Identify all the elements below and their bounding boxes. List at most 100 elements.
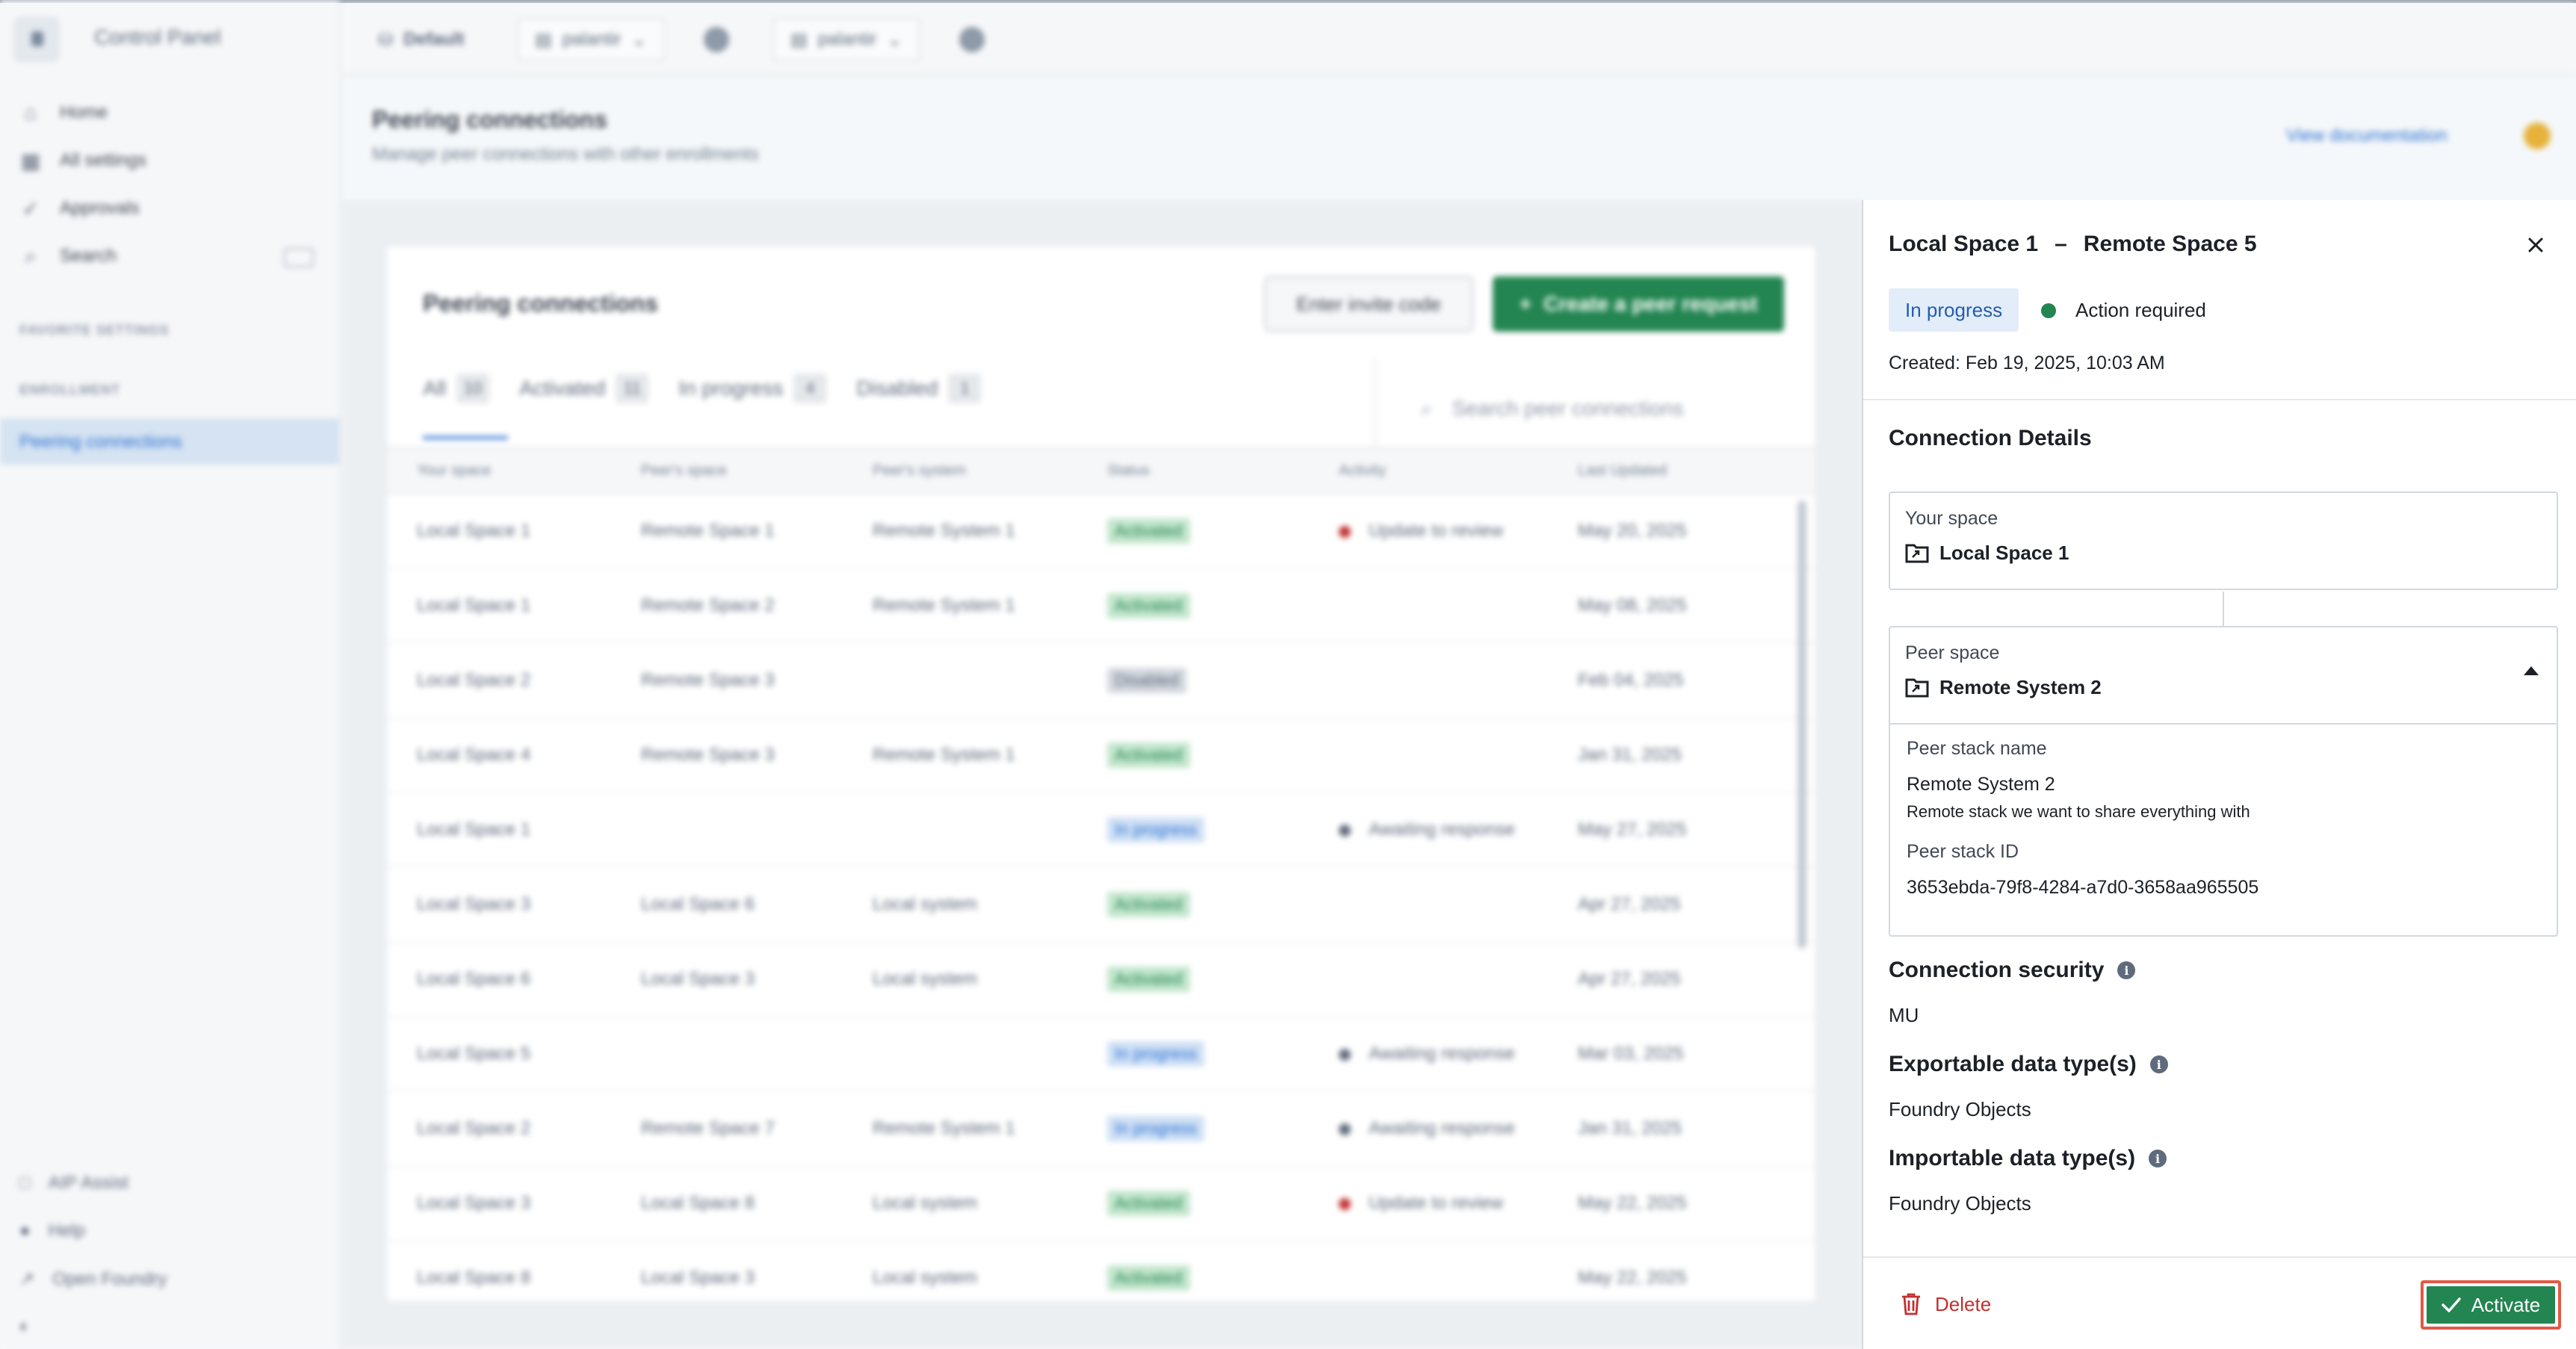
panel-footer: Delete Activate: [1863, 1256, 2576, 1349]
grid-icon: ▦: [20, 149, 41, 173]
building-icon: ▤: [790, 29, 808, 50]
table-row[interactable]: Local Space 3 Local Space 8 Local system Ac…: [387, 1167, 1815, 1241]
search-input[interactable]: ⌕ Search peer connections: [1375, 359, 1815, 459]
search-icon: ⌕: [25, 244, 37, 267]
sidebar-item-home[interactable]: ⌂ Home: [19, 101, 108, 124]
gear-icon[interactable]: [704, 27, 729, 52]
home-icon: ⌂: [24, 101, 37, 124]
sidebar-item-search[interactable]: ⌕ Search: [19, 244, 117, 267]
status-badge: Activated: [1107, 1191, 1190, 1216]
check-icon: [2442, 1297, 2461, 1312]
table-row[interactable]: Local Space 4 Remote Space 3 Remote System…: [387, 719, 1815, 793]
panel-title: Local Space 1 – Remote Space 5: [1889, 232, 2257, 256]
table-row[interactable]: Local Space 5 In progress Awaiting respons…: [387, 1017, 1815, 1092]
table-row[interactable]: Local Space 2 Remote Space 7 Remote System…: [387, 1092, 1815, 1167]
importable-data-types-value: Foundry Objects: [1889, 1192, 2031, 1215]
exportable-data-types-value: Foundry Objects: [1889, 1098, 2031, 1120]
table-row[interactable]: Local Space 8 Local Space 3 Local system Ac…: [387, 1241, 1815, 1301]
connection-security-value: MU: [1889, 1004, 1919, 1026]
table-row[interactable]: Local Space 1 Remote Space 2 Remote System…: [387, 569, 1815, 644]
card-title: Peering connections: [423, 290, 658, 317]
folder-shared-icon: [1905, 678, 1929, 698]
tab-all[interactable]: All 10: [423, 373, 490, 403]
create-peer-request-button[interactable]: + Create a peer request: [1493, 276, 1784, 332]
activity-dot-icon: [1339, 525, 1351, 538]
sidebar-item-all-settings[interactable]: ▦ All settings: [19, 149, 146, 173]
sidebar: Control Panel ⌂ Home ▦ All settings ✓ Ap…: [0, 0, 341, 1349]
status-badge: Activated: [1107, 967, 1190, 992]
open-icon: ↗: [19, 1269, 35, 1289]
activity-dot-icon: [1339, 824, 1351, 837]
table-row[interactable]: Local Space 1 Remote Space 1 Remote System…: [387, 494, 1815, 569]
workspace-selector[interactable]: ⛁ Default: [362, 18, 480, 61]
activate-button[interactable]: Activate: [2427, 1286, 2555, 1324]
aip-icon: □: [19, 1173, 31, 1193]
your-space-field: Your space Local Space 1: [1889, 491, 2558, 590]
peer-stack-name-label: Peer stack name: [1907, 738, 2047, 759]
status-badge: In progress: [1889, 288, 2019, 332]
table-row[interactable]: Local Space 6 Local Space 3 Local system Ac…: [387, 943, 1815, 1017]
building-icon: ▤: [535, 29, 552, 50]
importable-data-types-heading: Importable data type(s) i: [1889, 1146, 2167, 1171]
page-subtitle: Manage peer connections with other enrol…: [372, 144, 759, 164]
info-icon[interactable]: i: [2117, 961, 2136, 979]
search-icon: ⌕: [1421, 396, 1433, 420]
status-badge: Disabled: [1107, 668, 1186, 693]
sidebar-item-approvals[interactable]: ✓ Approvals: [19, 197, 139, 220]
status-badge: Activated: [1107, 1265, 1190, 1291]
peer-stack-id-value: 3653ebda-79f8-4284-a7d0-3658aa965505: [1907, 877, 2259, 898]
tab-in-progress[interactable]: In progress 4: [678, 373, 827, 403]
avatar-icon: ◐: [19, 1316, 31, 1336]
info-icon[interactable]: i: [2149, 1055, 2168, 1073]
tab-activated[interactable]: Activated 11: [519, 373, 649, 403]
table-row[interactable]: Local Space 1 In progress Awaiting respons…: [387, 793, 1815, 868]
status-badge: Activated: [1107, 593, 1190, 618]
page-title: Peering connections: [372, 106, 607, 133]
chevron-down-icon: ⌄: [887, 29, 902, 50]
peer-space-value: Remote System 2: [1939, 675, 2102, 698]
folder-shared-icon: [1905, 544, 1929, 563]
connection-security-heading: Connection security i: [1889, 958, 2136, 983]
org-selector-1[interactable]: ▤ palantir ⌄: [517, 18, 665, 61]
favorite-star-icon[interactable]: [2524, 123, 2551, 149]
action-required-indicator: Action required: [2041, 299, 2206, 322]
delete-button[interactable]: Delete: [1901, 1292, 1991, 1316]
activate-button-highlight: Activate: [2421, 1280, 2561, 1330]
table-row[interactable]: Local Space 2 Remote Space 3 Disabled Feb 0…: [387, 644, 1815, 719]
activity-dot-icon: [1339, 1197, 1351, 1210]
peer-stack-description: Remote stack we want to share everything…: [1907, 802, 2250, 821]
sidebar-item-help[interactable]: ● Help: [19, 1221, 85, 1241]
divider: [1863, 399, 2576, 400]
info-icon[interactable]: i: [2149, 1150, 2167, 1167]
view-documentation-link[interactable]: View documentation: [2286, 125, 2447, 146]
table-scrollbar[interactable]: [1798, 500, 1806, 949]
enter-invite-code-button[interactable]: Enter invite code: [1264, 276, 1473, 332]
app-logo[interactable]: [13, 16, 60, 63]
caret-up-icon[interactable]: [2524, 666, 2539, 675]
chevron-down-icon: ⌄: [631, 29, 647, 50]
status-badge: Activated: [1107, 518, 1190, 544]
close-button[interactable]: [2521, 230, 2551, 260]
table-row[interactable]: Local Space 3 Local Space 6 Local system Ac…: [387, 868, 1815, 943]
tab-disabled[interactable]: Disabled 1: [856, 373, 982, 403]
page-header: Peering connections Manage peer connecti…: [372, 106, 759, 165]
section-enrollment: ENROLLMENT: [19, 382, 120, 397]
plus-icon: +: [1519, 292, 1532, 315]
gear-icon[interactable]: [959, 27, 985, 52]
filter-tabs: All 10 Activated 11 In progress 4 Disabled 1: [423, 373, 982, 403]
status-dot-icon: [2041, 303, 2056, 318]
your-space-value: Local Space 1: [1939, 541, 2069, 564]
peer-space-dropdown[interactable]: Peer space Remote System 2: [1889, 626, 2558, 725]
status-badge: In progress: [1107, 1116, 1205, 1141]
sidebar-item-open-foundry[interactable]: ↗ Open Foundry: [19, 1268, 167, 1290]
activity-dot-icon: [1339, 1123, 1351, 1135]
user-avatar[interactable]: ◐: [19, 1316, 31, 1337]
sidebar-item-peering-connections[interactable]: Peering connections: [0, 418, 339, 465]
connection-details-heading: Connection Details: [1889, 426, 2092, 450]
exportable-data-types-heading: Exportable data type(s) i: [1889, 1052, 2168, 1077]
app-title: Control Panel: [94, 25, 221, 49]
peer-stack-id-label: Peer stack ID: [1907, 841, 2019, 862]
sidebar-item-aip-assist[interactable]: □ AIP Assist: [19, 1173, 129, 1194]
org-selector-2[interactable]: ▤ palantir ⌄: [773, 18, 920, 61]
keyboard-shortcut-icon: [284, 248, 314, 267]
